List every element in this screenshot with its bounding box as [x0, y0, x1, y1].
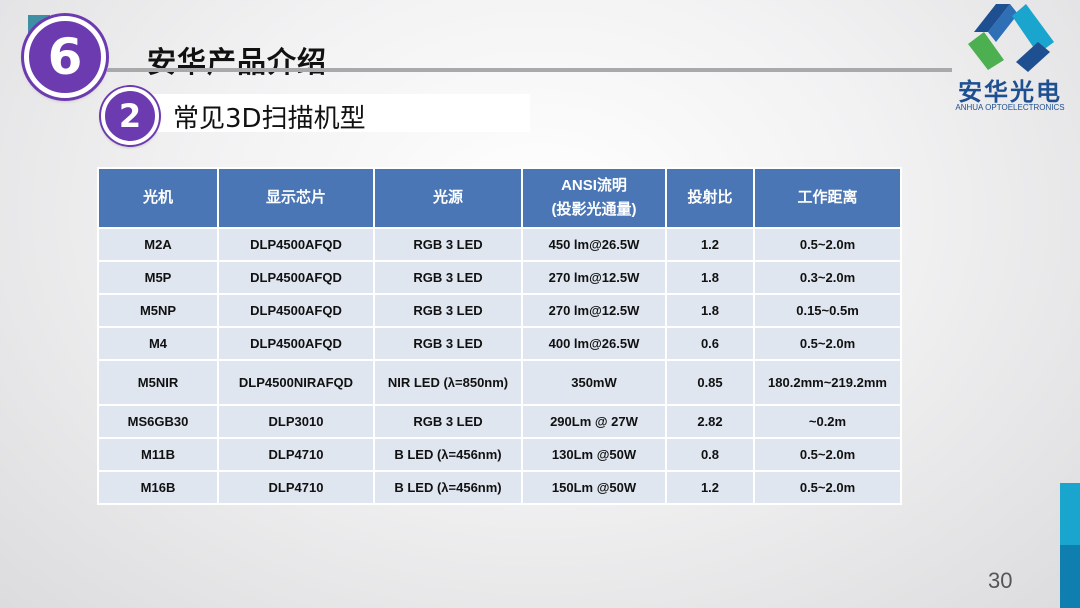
title-divider	[107, 68, 952, 72]
table-row: MS6GB30 DLP3010 RGB 3 LED 290Lm @ 27W 2.…	[97, 404, 902, 439]
table-row: M16B DLP4710 B LED (λ=456nm) 150Lm @50W …	[97, 470, 902, 505]
cell-throw-ratio: 1.8	[665, 260, 755, 295]
cell-throw-ratio: 0.6	[665, 326, 755, 361]
cell-lumens: 290Lm @ 27W	[521, 404, 667, 439]
section-number-badge: 6	[24, 16, 106, 98]
product-table: 光机 显示芯片 光源 ANSI流明 (投影光通量) 投射比 工作距离 M2A D…	[97, 167, 902, 505]
section-number: 6	[47, 28, 83, 86]
cell-lumens: 270 lm@12.5W	[521, 260, 667, 295]
cell-model: M11B	[97, 437, 219, 472]
cell-source: RGB 3 LED	[373, 404, 523, 439]
cell-distance: 0.5~2.0m	[753, 326, 902, 361]
header-ansi-lumens-line1: ANSI流明	[561, 177, 627, 194]
header-working-distance: 工作距离	[753, 167, 902, 229]
header-light-source: 光源	[373, 167, 523, 229]
cell-distance: 0.15~0.5m	[753, 293, 902, 328]
cell-distance: 0.5~2.0m	[753, 470, 902, 505]
cell-model: M5P	[97, 260, 219, 295]
cell-chip: DLP4500AFQD	[217, 227, 375, 262]
header-ansi-lumens: ANSI流明 (投影光通量)	[521, 167, 667, 229]
cell-model: MS6GB30	[97, 404, 219, 439]
logo-name-cn: 安华光电	[958, 78, 1062, 106]
cell-throw-ratio: 1.8	[665, 293, 755, 328]
cell-source: B LED (λ=456nm)	[373, 470, 523, 505]
cell-distance: 0.5~2.0m	[753, 437, 902, 472]
cell-distance: 180.2mm~219.2mm	[753, 359, 902, 406]
cell-distance: 0.3~2.0m	[753, 260, 902, 295]
cell-throw-ratio: 0.8	[665, 437, 755, 472]
side-accent-bar-dark	[1060, 545, 1080, 608]
cell-lumens: 150Lm @50W	[521, 470, 667, 505]
header-optical-engine: 光机	[97, 167, 219, 229]
cell-throw-ratio: 1.2	[665, 470, 755, 505]
cell-throw-ratio: 0.85	[665, 359, 755, 406]
table-row: M4 DLP4500AFQD RGB 3 LED 400 lm@26.5W 0.…	[97, 326, 902, 361]
cell-throw-ratio: 2.82	[665, 404, 755, 439]
cell-lumens: 130Lm @50W	[521, 437, 667, 472]
section-title: 安华产品介绍	[147, 45, 328, 79]
cell-model: M16B	[97, 470, 219, 505]
cell-lumens: 400 lm@26.5W	[521, 326, 667, 361]
table-row: M5P DLP4500AFQD RGB 3 LED 270 lm@12.5W 1…	[97, 260, 902, 295]
subsection-title: 常见3D扫描机型	[173, 104, 366, 134]
subsection-number-badge: 2	[101, 87, 159, 145]
cell-distance: ~0.2m	[753, 404, 902, 439]
cell-chip: DLP4710	[217, 437, 375, 472]
cell-lumens: 450 lm@26.5W	[521, 227, 667, 262]
cell-lumens: 350mW	[521, 359, 667, 406]
table-row: M5NIR DLP4500NIRAFQD NIR LED (λ=850nm) 3…	[97, 359, 902, 406]
cell-throw-ratio: 1.2	[665, 227, 755, 262]
cell-model: M4	[97, 326, 219, 361]
cell-source: RGB 3 LED	[373, 260, 523, 295]
header-ansi-lumens-line2: (投影光通量)	[551, 201, 637, 218]
table-row: M5NP DLP4500AFQD RGB 3 LED 270 lm@12.5W …	[97, 293, 902, 328]
cell-chip: DLP4500NIRAFQD	[217, 359, 375, 406]
cell-lumens: 270 lm@12.5W	[521, 293, 667, 328]
table-row: M11B DLP4710 B LED (λ=456nm) 130Lm @50W …	[97, 437, 902, 472]
cell-model: M5NP	[97, 293, 219, 328]
logo-name-en: ANHUA OPTOELECTRONICS	[955, 103, 1065, 112]
cell-distance: 0.5~2.0m	[753, 227, 902, 262]
cell-chip: DLP4500AFQD	[217, 326, 375, 361]
table-row: M2A DLP4500AFQD RGB 3 LED 450 lm@26.5W 1…	[97, 227, 902, 262]
page-number: 30	[988, 568, 1013, 593]
header-display-chip: 显示芯片	[217, 167, 375, 229]
cell-source: RGB 3 LED	[373, 326, 523, 361]
cell-model: M2A	[97, 227, 219, 262]
cell-chip: DLP4710	[217, 470, 375, 505]
cell-source: RGB 3 LED	[373, 227, 523, 262]
cell-model: M5NIR	[97, 359, 219, 406]
cell-chip: DLP3010	[217, 404, 375, 439]
subsection-number: 2	[118, 97, 142, 135]
cell-source: NIR LED (λ=850nm)	[373, 359, 523, 406]
company-logo-icon	[968, 4, 1054, 72]
cell-source: RGB 3 LED	[373, 293, 523, 328]
header-throw-ratio: 投射比	[665, 167, 755, 229]
table-header-row: 光机 显示芯片 光源 ANSI流明 (投影光通量) 投射比 工作距离	[97, 167, 902, 229]
cell-chip: DLP4500AFQD	[217, 293, 375, 328]
cell-source: B LED (λ=456nm)	[373, 437, 523, 472]
cell-chip: DLP4500AFQD	[217, 260, 375, 295]
